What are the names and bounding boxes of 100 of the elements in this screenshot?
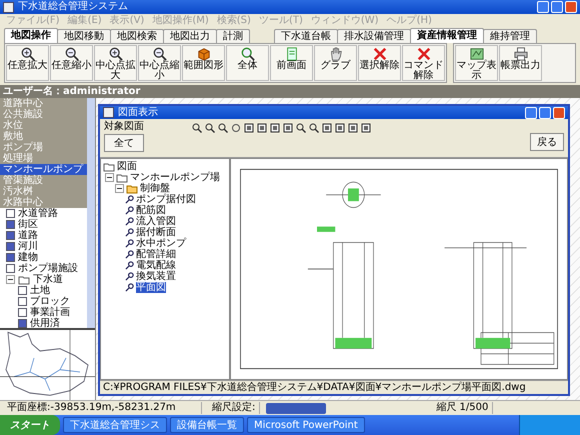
hand-icon	[328, 47, 342, 61]
document-icon	[284, 47, 298, 61]
magnifier-icon[interactable]	[296, 123, 306, 133]
toolbar-button[interactable]: グラブ	[314, 45, 357, 81]
toolbar-button[interactable]: 全体	[226, 45, 269, 81]
magnifier-icon[interactable]	[218, 123, 228, 133]
minimize-button[interactable]	[525, 106, 537, 118]
magnifier-icon	[240, 47, 254, 61]
window-icon	[103, 107, 114, 118]
user-name-bar: ユーザー名：administrator	[0, 85, 580, 98]
magnifier-icon	[64, 47, 78, 61]
file-path: C:¥PROGRAM FILES¥下水道総合管理システム¥DATA¥図面¥マンホールポンプ場平面図.dwg	[100, 380, 568, 394]
layer-label: 建物	[18, 252, 38, 263]
ime-toolbar	[266, 402, 326, 414]
circle-icon[interactable]	[231, 123, 241, 133]
tree-item[interactable]: 配管詳細	[136, 249, 176, 260]
checkbox[interactable]	[18, 308, 27, 317]
tab[interactable]: 地図検索	[110, 29, 164, 43]
checkbox[interactable]	[18, 286, 27, 295]
layer-item[interactable]: マンホールポンプ	[0, 164, 87, 175]
toolbar-button[interactable]: 中心点縮小	[138, 45, 181, 81]
magnifier-icon[interactable]	[192, 123, 202, 133]
cross-icon	[416, 47, 430, 61]
magnifier-icon	[20, 47, 34, 61]
expander-icon[interactable]	[6, 275, 15, 284]
tree-item[interactable]: 配筋図	[136, 205, 166, 216]
tree-item[interactable]: 制御盤	[140, 183, 170, 194]
folder-icon	[103, 162, 115, 172]
taskbar-button[interactable]: Microsoft PowerPoint	[247, 417, 365, 433]
layer-label: 水道管路	[18, 208, 58, 219]
toolbar-button[interactable]: コマンド解除	[402, 45, 445, 81]
checkbox[interactable]	[6, 209, 15, 218]
tab[interactable]: 地図操作	[4, 28, 58, 43]
checkbox[interactable]	[18, 319, 27, 328]
map-icon	[470, 47, 484, 61]
maximize-button[interactable]	[539, 106, 551, 118]
toolbar-button[interactable]: 任意縮小	[50, 45, 93, 81]
taskbar-button[interactable]: 下水道総合管理シス	[63, 417, 167, 433]
close-button[interactable]	[553, 106, 565, 118]
key-icon	[125, 283, 134, 292]
checkbox[interactable]	[6, 242, 15, 251]
tab[interactable]: 資産情報管理	[410, 28, 484, 43]
tab[interactable]: 下水道台帳	[274, 29, 338, 43]
back-button[interactable]: 戻る	[530, 133, 564, 151]
magnifier-icon[interactable]	[309, 123, 319, 133]
tree-item[interactable]: 換気装置	[136, 271, 176, 282]
target-label: 対象図面	[104, 121, 144, 132]
tree-item[interactable]: 据付断面	[136, 227, 176, 238]
checkbox[interactable]	[6, 264, 15, 273]
checkbox[interactable]	[6, 231, 15, 240]
toolbar-button[interactable]: 範囲図形	[182, 45, 225, 81]
tab[interactable]: 地図出力	[163, 29, 217, 43]
tab[interactable]: 計測	[216, 29, 250, 43]
all-button[interactable]: 全て	[104, 134, 144, 152]
tree-item[interactable]: ポンプ据付図	[136, 194, 196, 205]
layer-label: 街区	[18, 219, 38, 230]
tab[interactable]: 維持管理	[483, 29, 537, 43]
tab[interactable]: 地図移動	[57, 29, 111, 43]
tree-item[interactable]: 平面図	[136, 282, 166, 293]
toolbar-button[interactable]: 帳票出力	[499, 45, 542, 81]
folder-icon	[18, 274, 30, 284]
expander-icon[interactable]	[115, 184, 124, 193]
window-title: 図面表示	[118, 106, 158, 118]
tree-item[interactable]: マンホールポンプ場	[130, 172, 220, 183]
system-tray	[519, 415, 580, 435]
maximize-button[interactable]	[551, 1, 563, 13]
checkbox[interactable]	[6, 253, 15, 262]
key-icon	[125, 261, 134, 270]
toolbar-button[interactable]: 任意拡大	[6, 45, 49, 81]
expander-icon[interactable]	[105, 173, 114, 182]
tree-item[interactable]: 図面	[117, 161, 137, 172]
printer-icon	[514, 47, 528, 61]
tree-item[interactable]: 流入管図	[136, 216, 176, 227]
key-icon	[125, 228, 134, 237]
toolbar-button[interactable]: 選択解除	[358, 45, 401, 81]
key-icon	[125, 239, 134, 248]
magnifier-icon	[108, 47, 122, 61]
tab[interactable]: 排水設備管理	[337, 29, 411, 43]
key-icon	[125, 250, 134, 259]
toolbar-button[interactable]: 前画面	[270, 45, 313, 81]
toolbar-button[interactable]: 中心点拡大	[94, 45, 137, 81]
taskbar-button[interactable]: 設備台帳一覧	[170, 417, 244, 433]
key-icon	[125, 195, 134, 204]
folder-icon	[116, 172, 128, 182]
layer-label: 河川	[18, 241, 38, 252]
layer-label: ポンプ場施設	[18, 263, 78, 274]
checkbox[interactable]	[18, 297, 27, 306]
start-button[interactable]: スタート	[0, 415, 60, 435]
close-button[interactable]	[565, 1, 577, 13]
cross-icon	[372, 47, 386, 61]
layer-label: 土地	[30, 285, 50, 296]
key-icon	[125, 217, 134, 226]
toolbar-button[interactable]: マップ表示	[455, 45, 498, 81]
tree-item[interactable]: 電気配線	[136, 260, 176, 271]
tree-item[interactable]: 水中ポンプ	[136, 238, 186, 249]
checkbox[interactable]	[6, 220, 15, 229]
layer-group-label: 下水道	[33, 274, 63, 285]
minimize-button[interactable]	[537, 1, 549, 13]
magnifier-icon[interactable]	[205, 123, 215, 133]
layer-label: 道路	[18, 230, 38, 241]
